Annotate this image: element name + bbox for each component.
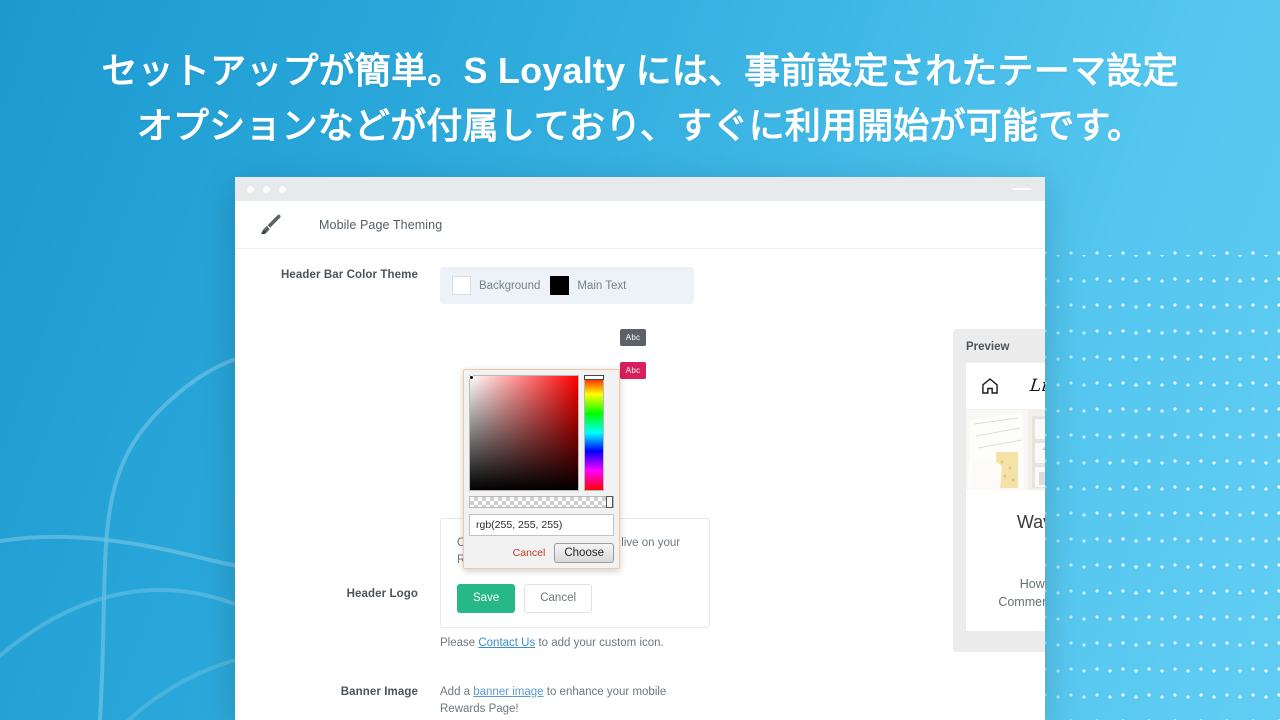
preview-panel: Preview Living Store bbox=[953, 329, 1045, 652]
main-text-color-label: Main Text bbox=[577, 279, 627, 292]
app-header: Mobile Page Theming bbox=[235, 201, 1045, 249]
hl2-pre: Please bbox=[440, 636, 479, 649]
phone-header-bar: Living Store bbox=[966, 363, 1045, 410]
rgb-value-input[interactable] bbox=[469, 514, 614, 536]
app-body: Header Bar Color Theme Background Main T… bbox=[235, 249, 1045, 720]
color-picker-dialog[interactable]: Cancel Choose bbox=[463, 369, 620, 569]
picker-cancel-link[interactable]: Cancel bbox=[513, 547, 546, 559]
background-color-group[interactable]: Background bbox=[452, 276, 540, 295]
abc-preview-chips: Abc Abc bbox=[620, 329, 646, 395]
hue-cursor-handle[interactable] bbox=[584, 375, 604, 380]
sv-cursor-handle[interactable] bbox=[469, 375, 474, 380]
promo-banner: セットアップが簡単。S Loyalty には、事前設定されたテーマ設定 オプショ… bbox=[0, 0, 1280, 720]
alpha-slider[interactable] bbox=[469, 496, 614, 508]
abc-chip-dark[interactable]: Abc bbox=[620, 329, 646, 346]
header-bar-color-theme-row: Header Bar Color Theme Background Main T… bbox=[235, 267, 935, 304]
theming-form: Header Bar Color Theme Background Main T… bbox=[235, 267, 935, 720]
main-text-color-group[interactable]: Main Text bbox=[550, 276, 626, 295]
preview-title: Preview bbox=[966, 341, 1010, 353]
headline-line-1: セットアップが簡単。S Loyalty には、事前設定されたテーマ設定 bbox=[101, 50, 1179, 91]
store-logo: Living Store bbox=[1028, 376, 1045, 396]
app-window: Mobile Page Theming Header Bar Color The… bbox=[235, 177, 1045, 720]
page-title: セットアップが簡単。S Loyalty には、事前設定されたテーマ設定 オプショ… bbox=[0, 44, 1280, 153]
picker-choose-button[interactable]: Choose bbox=[554, 543, 614, 563]
window-dot-close[interactable] bbox=[247, 185, 254, 193]
main-text-color-swatch[interactable] bbox=[550, 276, 570, 295]
header-logo-contact-link[interactable]: Contact Us bbox=[478, 637, 535, 649]
banner-image-link[interactable]: banner image bbox=[473, 686, 543, 698]
hl2-post: to add your custom icon. bbox=[535, 636, 664, 649]
abc-chip-crimson[interactable]: Abc bbox=[620, 362, 646, 379]
app-title: Mobile Page Theming bbox=[319, 217, 443, 232]
alpha-cursor-handle[interactable] bbox=[606, 496, 613, 508]
window-titlebar bbox=[235, 177, 1045, 201]
preview-content: Wave Commerce Rewards How do I join the … bbox=[966, 490, 1045, 611]
background-color-label: Background bbox=[479, 279, 541, 292]
paintbrush-icon bbox=[257, 212, 283, 238]
phone-preview: Living Store bbox=[966, 363, 1045, 638]
save-button[interactable]: Save bbox=[457, 584, 516, 614]
color-theme-panel: Background Main Text bbox=[440, 267, 694, 304]
background-color-swatch[interactable] bbox=[452, 276, 471, 295]
header-logo-contact: Please Contact Us to add your custom ico… bbox=[440, 635, 680, 652]
saturation-value-area[interactable] bbox=[469, 375, 579, 491]
bi-pre: Add a bbox=[440, 685, 474, 698]
home-icon[interactable] bbox=[980, 376, 1000, 396]
banner-image-row: Banner Image Add a banner image to enhan… bbox=[235, 684, 935, 720]
hue-strip[interactable] bbox=[584, 375, 604, 491]
headline-line-2: オプションなどが付属しており、すぐに利用開始が可能です。 bbox=[136, 104, 1144, 146]
preview-question: How do I join the "Wave Commerce Rewards… bbox=[998, 576, 1045, 609]
window-dot-minimize[interactable] bbox=[263, 185, 270, 193]
header-bar-color-theme-label: Header Bar Color Theme bbox=[280, 269, 418, 281]
header-logo-label: Header Logo bbox=[346, 588, 418, 600]
banner-image-desc: Add a banner image to enhance your mobil… bbox=[440, 684, 680, 719]
preview-banner-image bbox=[966, 410, 1045, 490]
cancel-button[interactable]: Cancel bbox=[524, 584, 593, 614]
preview-heading: Wave Commerce Rewards bbox=[1016, 512, 1045, 532]
window-dot-maximize[interactable] bbox=[279, 185, 286, 193]
minimize-icon[interactable] bbox=[1013, 188, 1031, 190]
banner-image-label: Banner Image bbox=[340, 685, 418, 698]
